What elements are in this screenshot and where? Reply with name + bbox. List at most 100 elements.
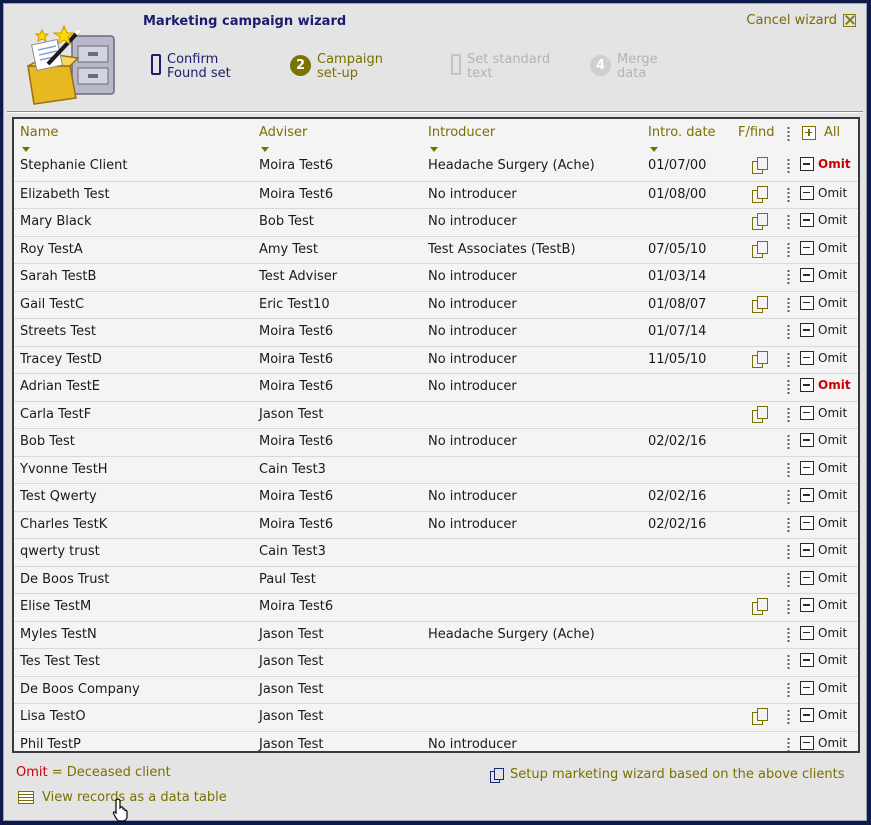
omit-toggle[interactable]: Omit	[800, 185, 847, 200]
table-row[interactable]: Tes Test Test Jason Test Omit	[14, 648, 858, 676]
table-row[interactable]: Elizabeth Test Moira Test6 No introducer 01…	[14, 180, 858, 209]
row-drag-handle[interactable]	[787, 709, 790, 725]
omit-label: Omit	[818, 653, 848, 667]
omit-label: Omit	[818, 295, 848, 310]
adviser-cell: Amy Test	[259, 241, 318, 257]
table-row[interactable]: Stephanie Client Moira Test6 Headache Surg…	[14, 153, 858, 181]
step-merge-data[interactable]: 4 Merge data	[590, 53, 658, 81]
omit-toggle[interactable]: Omit	[800, 157, 851, 171]
table-row[interactable]: Carla TestF Jason Test Omit	[14, 400, 858, 429]
row-drag-handle[interactable]	[787, 736, 790, 751]
row-drag-handle[interactable]	[787, 324, 790, 340]
row-drag-handle[interactable]	[787, 571, 790, 588]
omit-toggle[interactable]: Omit	[800, 708, 847, 722]
table-row[interactable]: Phil TestP Jason Test No introducer Omit	[14, 730, 858, 751]
table-row[interactable]: Sarah TestB Test Adviser No introducer 01/0…	[14, 263, 858, 291]
row-drag-handle[interactable]	[787, 516, 790, 533]
column-header-introducer[interactable]: Introducer	[428, 125, 495, 152]
table-row[interactable]: Yvonne TestH Cain Test3 Omit	[14, 455, 858, 484]
row-drag-handle[interactable]	[787, 241, 790, 258]
row-drag-handle[interactable]	[787, 379, 790, 395]
table-row[interactable]: De Boos Trust Paul Test Omit	[14, 565, 858, 594]
omit-toggle[interactable]: Omit	[800, 625, 847, 640]
column-header-intro-date[interactable]: Intro. date	[648, 125, 716, 152]
omit-toggle[interactable]: Omit	[800, 570, 847, 585]
table-row[interactable]: Bob Test Moira Test6 No introducer 02/02/16…	[14, 428, 858, 456]
client-name-cell: De Boos Trust	[20, 571, 110, 587]
omit-toggle[interactable]: Omit	[800, 598, 847, 612]
adviser-cell: Cain Test3	[259, 544, 326, 559]
table-row[interactable]: Lisa TestO Jason Test Omit	[14, 703, 858, 731]
table-row[interactable]: Adrian TestE Moira Test6 No introducer Omit	[14, 373, 858, 401]
table-row[interactable]: Tracey TestD Moira Test6 No introducer 11/0…	[14, 345, 858, 374]
step-set-standard-text[interactable]: Set standard text	[451, 53, 550, 81]
table-row[interactable]: Elise TestM Moira Test6 Omit	[14, 593, 858, 621]
omit-toggle[interactable]: Omit	[800, 323, 847, 337]
omit-toggle[interactable]: Omit	[800, 488, 847, 502]
table-row[interactable]: Streets Test Moira Test6 No introducer 01/0…	[14, 318, 858, 346]
column-resize-handle[interactable]	[787, 126, 790, 142]
fact-find-icon[interactable]	[752, 295, 768, 313]
cancel-wizard-button[interactable]: Cancel wizard	[746, 13, 856, 28]
adviser-cell: Moira Test6	[259, 351, 334, 367]
omit-toggle[interactable]: Omit	[800, 433, 847, 447]
row-drag-handle[interactable]	[787, 599, 790, 615]
fact-find-icon[interactable]	[752, 598, 768, 615]
row-drag-handle[interactable]	[787, 461, 790, 478]
column-header-adviser[interactable]: Adviser	[259, 125, 307, 152]
table-row[interactable]: Mary Black Bob Test No introducer Omit	[14, 208, 858, 236]
row-drag-handle[interactable]	[787, 158, 790, 174]
table-row[interactable]: Charles TestK Moira Test6 No introducer 02/…	[14, 510, 858, 539]
row-drag-handle[interactable]	[787, 269, 790, 285]
omit-toggle[interactable]: Omit	[800, 543, 847, 557]
omit-toggle[interactable]: Omit	[800, 268, 847, 282]
table-row[interactable]: De Boos Company Jason Test Omit	[14, 675, 858, 704]
row-drag-handle[interactable]	[787, 406, 790, 423]
row-drag-handle[interactable]	[787, 214, 790, 230]
client-name-cell: Gail TestC	[20, 296, 85, 312]
row-drag-handle[interactable]	[787, 544, 790, 560]
omit-toggle[interactable]: Omit	[800, 460, 847, 475]
fact-find-icon[interactable]	[752, 240, 768, 258]
omit-label: Omit	[818, 708, 848, 722]
setup-marketing-wizard-link[interactable]: Setup marketing wizard based on the abov…	[490, 767, 845, 783]
omit-toggle[interactable]: Omit	[800, 405, 848, 420]
fact-find-icon[interactable]	[752, 405, 768, 423]
table-row[interactable]: Test Qwerty Moira Test6 No introducer 02/02…	[14, 483, 858, 511]
include-all-button[interactable]: All	[802, 125, 840, 140]
omit-toggle[interactable]: Omit	[800, 735, 847, 750]
omit-toggle[interactable]: Omit	[800, 515, 847, 530]
column-header-ffind: F/find	[738, 125, 775, 140]
table-row[interactable]: Gail TestC Eric Test10 No introducer 01/08/…	[14, 290, 858, 319]
omit-toggle[interactable]: Omit	[800, 240, 847, 255]
introducer-cell: No introducer	[428, 434, 517, 449]
row-drag-handle[interactable]	[787, 626, 790, 643]
row-drag-handle[interactable]	[787, 296, 790, 313]
row-drag-handle[interactable]	[787, 186, 790, 203]
row-drag-handle[interactable]	[787, 654, 790, 670]
table-row[interactable]: Myles TestN Jason Test Headache Surgery (A…	[14, 620, 858, 649]
row-drag-handle[interactable]	[787, 489, 790, 505]
fact-find-icon[interactable]	[752, 350, 768, 368]
row-drag-handle[interactable]	[787, 434, 790, 450]
row-drag-handle[interactable]	[787, 351, 790, 368]
client-name-cell: Adrian TestE	[20, 379, 101, 394]
omit-toggle[interactable]: Omit	[800, 350, 847, 365]
omit-label: Omit	[818, 405, 848, 420]
column-header-name[interactable]: Name	[20, 125, 58, 152]
step-3-label: Set standard text	[467, 53, 550, 81]
omit-toggle[interactable]: Omit	[800, 653, 847, 667]
omit-toggle[interactable]: Omit	[800, 378, 851, 392]
omit-toggle[interactable]: Omit	[800, 295, 848, 310]
fact-find-icon[interactable]	[752, 157, 768, 174]
fact-find-icon[interactable]	[752, 185, 768, 203]
table-row[interactable]: Roy TestA Amy Test Test Associates (TestB)…	[14, 235, 858, 264]
fact-find-icon[interactable]	[752, 708, 768, 725]
step-confirm-found-set[interactable]: Confirm Found set	[151, 53, 231, 81]
omit-toggle[interactable]: Omit	[800, 680, 847, 695]
table-row[interactable]: qwerty trust Cain Test3 Omit	[14, 538, 858, 566]
fact-find-icon[interactable]	[752, 213, 768, 230]
step-campaign-setup[interactable]: 2 Campaign set-up	[290, 53, 383, 81]
omit-toggle[interactable]: Omit	[800, 213, 847, 227]
row-drag-handle[interactable]	[787, 681, 790, 698]
